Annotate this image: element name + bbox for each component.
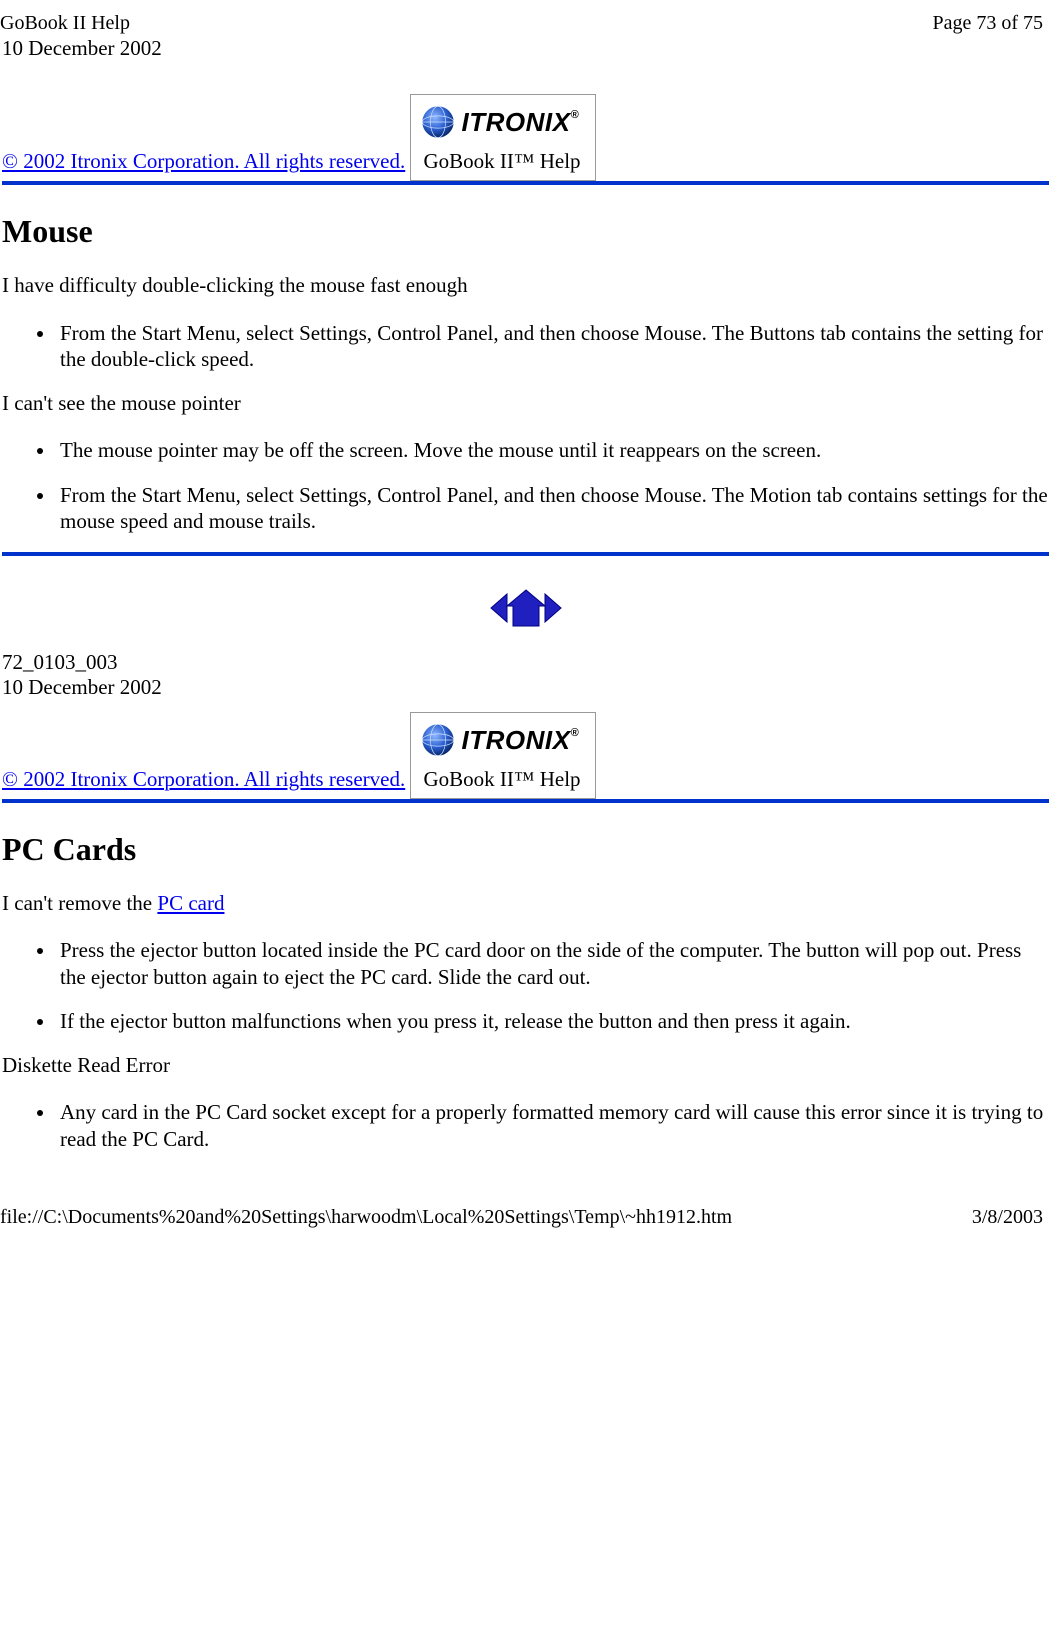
header-page-number: Page 73 of 75: [932, 12, 1043, 35]
logo-text: ITRONIX®: [461, 725, 579, 756]
footer-path: file://C:\Documents%20and%20Settings\har…: [0, 1206, 732, 1229]
list-item: From the Start Menu, select Settings, Co…: [56, 320, 1049, 373]
pc-card-link[interactable]: PC card: [157, 891, 224, 915]
list-item: Press the ejector button located inside …: [56, 937, 1049, 990]
globe-icon: [421, 723, 455, 757]
section-heading-pccards: PC Cards: [2, 831, 1049, 868]
nav-prev-icon[interactable]: [491, 594, 507, 622]
divider: [2, 552, 1049, 556]
footer-date: 3/8/2003: [972, 1206, 1043, 1229]
date-line-2: 10 December 2002: [2, 675, 1049, 700]
copyright-link-2[interactable]: © 2002 Itronix Corporation. All rights r…: [2, 767, 405, 791]
pc-a2-list: Any card in the PC Card socket except fo…: [2, 1099, 1049, 1152]
date-line-1: 10 December 2002: [2, 35, 1049, 62]
list-item: Any card in the PC Card socket except fo…: [56, 1099, 1049, 1152]
pc-q1: I can't remove the PC card: [2, 890, 1049, 917]
logo-header-box-2: ITRONIX® GoBook II™ Help: [410, 712, 596, 799]
list-item: From the Start Menu, select Settings, Co…: [56, 482, 1049, 535]
pc-q2: Diskette Read Error: [2, 1052, 1049, 1079]
logo-header-box-1: ITRONIX® GoBook II™ Help: [410, 94, 596, 181]
header-title: GoBook II Help: [0, 12, 130, 35]
pc-a1-list: Press the ejector button located inside …: [2, 937, 1049, 1034]
logo-subtitle: GoBook II™ Help: [411, 145, 595, 180]
pc-q1-prefix: I can't remove the: [2, 891, 157, 915]
doc-id: 72_0103_003: [2, 650, 1049, 675]
mouse-q1: I have difficulty double-clicking the mo…: [2, 272, 1049, 299]
section-heading-mouse: Mouse: [2, 213, 1049, 250]
mouse-a1-list: From the Start Menu, select Settings, Co…: [2, 320, 1049, 373]
logo-subtitle: GoBook II™ Help: [411, 763, 595, 798]
mouse-q2: I can't see the mouse pointer: [2, 390, 1049, 417]
logo-text: ITRONIX®: [461, 107, 579, 138]
list-item: If the ejector button malfunctions when …: [56, 1008, 1049, 1034]
nav-icons: [2, 586, 1049, 636]
copyright-link[interactable]: © 2002 Itronix Corporation. All rights r…: [2, 149, 405, 173]
divider: [2, 799, 1049, 803]
divider: [2, 181, 1049, 185]
nav-next-icon[interactable]: [545, 594, 561, 622]
globe-icon: [421, 105, 455, 139]
nav-home-icon[interactable]: [507, 590, 545, 626]
list-item: The mouse pointer may be off the screen.…: [56, 437, 1049, 463]
mouse-a2-list: The mouse pointer may be off the screen.…: [2, 437, 1049, 534]
page-footer: file://C:\Documents%20and%20Settings\har…: [0, 1206, 1051, 1241]
page-header: GoBook II Help Page 73 of 75: [0, 0, 1051, 35]
